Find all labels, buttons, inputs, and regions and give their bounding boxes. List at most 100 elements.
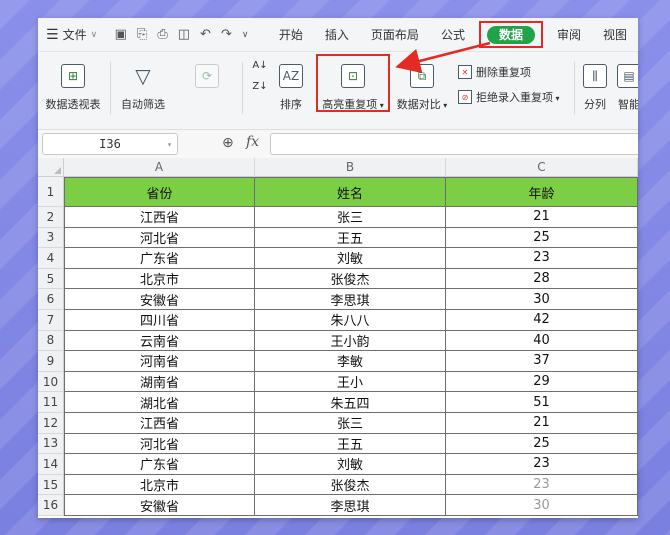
column-header-b[interactable]: B (255, 158, 446, 177)
cell-name[interactable]: 张俊杰 (255, 268, 446, 290)
row-number[interactable]: 11 (38, 392, 64, 413)
tab-view[interactable]: 视图 (592, 26, 638, 43)
row-number[interactable]: 3 (38, 227, 64, 249)
row-number[interactable]: 12 (38, 413, 64, 434)
row-number[interactable]: 15 (38, 474, 64, 496)
cell-province[interactable]: 河北省 (64, 433, 255, 455)
cell-name[interactable]: 王五 (255, 227, 446, 249)
tab-review[interactable]: 审阅 (546, 26, 592, 43)
cell-province[interactable]: 四川省 (64, 310, 255, 331)
smart-tools-button[interactable]: ▤ 智能 (614, 64, 638, 112)
undo-icon[interactable]: ↶ (200, 27, 211, 42)
smart-tools-icon: ▤ (617, 64, 638, 88)
cell-age[interactable]: 28 (446, 268, 638, 290)
cell-age[interactable]: 42 (446, 310, 638, 331)
data-compare-button[interactable]: ⧉ 数据对比 ▾ (394, 64, 450, 112)
cell-age[interactable]: 21 (446, 207, 638, 228)
file-menu[interactable]: ☰ 文件 ∨ (38, 26, 111, 43)
cell-age[interactable]: 21 (446, 413, 638, 434)
redo-icon[interactable]: ↷ (221, 27, 232, 42)
fx-icon[interactable]: fx (246, 134, 259, 150)
cell-age[interactable]: 25 (446, 433, 638, 455)
print-icon[interactable]: ⎙ (157, 27, 167, 42)
row-number[interactable]: 14 (38, 454, 64, 475)
row-number[interactable]: 5 (38, 268, 64, 290)
cell-name[interactable]: 李敏 (255, 351, 446, 372)
cell-province[interactable]: 江西省 (64, 413, 255, 434)
cell-name[interactable]: 张俊杰 (255, 474, 446, 496)
cell-name[interactable]: 张三 (255, 413, 446, 434)
row-number[interactable]: 6 (38, 289, 64, 310)
row-number[interactable]: 16 (38, 495, 64, 516)
cell-age[interactable]: 29 (446, 371, 638, 393)
tab-formulas[interactable]: 公式 (430, 26, 476, 43)
cell-name[interactable]: 王五 (255, 433, 446, 455)
reapply-filter-button[interactable]: ⟳ (182, 64, 232, 96)
cell-age[interactable]: 23 (446, 474, 638, 496)
tab-insert[interactable]: 插入 (314, 26, 360, 43)
pivot-table-button[interactable]: ⊞ 数据透视表 (44, 64, 102, 112)
sort-button[interactable]: AZ 排序 (276, 64, 306, 112)
cell-age[interactable]: 23 (446, 454, 638, 475)
cell-name[interactable]: 王小 (255, 371, 446, 393)
chevron-down-icon: ∨ (90, 29, 98, 40)
export-icon[interactable]: ⎘ (137, 27, 147, 42)
row-number[interactable]: 10 (38, 371, 64, 393)
cell-age[interactable]: 40 (446, 330, 638, 352)
cell-province[interactable]: 安徽省 (64, 289, 255, 310)
print-preview-icon[interactable]: ◫ (178, 27, 190, 42)
tab-page-layout[interactable]: 页面布局 (360, 26, 430, 43)
cell-province[interactable]: 湖北省 (64, 392, 255, 413)
row-number[interactable]: 9 (38, 351, 64, 372)
column-header-a[interactable]: A (64, 158, 255, 177)
cell-name[interactable]: 刘敏 (255, 454, 446, 475)
select-all-corner[interactable] (38, 158, 64, 177)
cell-age[interactable]: 30 (446, 495, 638, 516)
cell-name[interactable]: 李思琪 (255, 289, 446, 310)
row-number[interactable]: 2 (38, 207, 64, 228)
delete-duplicates-button[interactable]: ✕ 删除重复项 (458, 64, 531, 80)
tab-data[interactable]: 数据 (486, 26, 535, 44)
zoom-icon[interactable]: ⊕ (222, 135, 234, 151)
cell-name[interactable]: 张三 (255, 207, 446, 228)
sort-ascending-button[interactable]: A↓ Z↓ (250, 60, 270, 92)
cell-name[interactable]: 刘敏 (255, 248, 446, 269)
cell-province[interactable]: 河北省 (64, 227, 255, 249)
reject-duplicates-button[interactable]: ⊘ 拒绝录入重复项 ▾ (458, 89, 560, 105)
header-cell-name[interactable]: 姓名 (255, 177, 446, 207)
cell-name[interactable]: 李思琪 (255, 495, 446, 516)
cell-province[interactable]: 北京市 (64, 268, 255, 290)
cell-name[interactable]: 朱八八 (255, 310, 446, 331)
cell-province[interactable]: 江西省 (64, 207, 255, 228)
cell-province[interactable]: 安徽省 (64, 495, 255, 516)
row-number[interactable]: 8 (38, 330, 64, 352)
header-cell-age[interactable]: 年龄 (446, 177, 638, 207)
header-cell-province[interactable]: 省份 (64, 177, 255, 207)
save-icon[interactable]: ▣ (115, 27, 127, 42)
cell-province[interactable]: 广东省 (64, 248, 255, 269)
chevron-down-icon[interactable]: ∨ (242, 27, 249, 42)
highlight-duplicates-button[interactable]: ⊡ 高亮重复项 ▾ (318, 64, 388, 112)
cell-province[interactable]: 湖南省 (64, 371, 255, 393)
row-number[interactable]: 1 (38, 177, 64, 207)
cell-age[interactable]: 23 (446, 248, 638, 269)
cell-province[interactable]: 云南省 (64, 330, 255, 352)
autofilter-button[interactable]: ▽ 自动筛选 (118, 64, 168, 112)
row-number[interactable]: 7 (38, 310, 64, 331)
cell-name[interactable]: 朱五四 (255, 392, 446, 413)
formula-input[interactable] (270, 133, 638, 155)
split-column-button[interactable]: ⫼ 分列 (580, 64, 610, 112)
column-header-c[interactable]: C (446, 158, 638, 177)
cell-age[interactable]: 30 (446, 289, 638, 310)
cell-age[interactable]: 51 (446, 392, 638, 413)
cell-age[interactable]: 25 (446, 227, 638, 249)
cell-province[interactable]: 广东省 (64, 454, 255, 475)
cell-name[interactable]: 王小韵 (255, 330, 446, 352)
cell-province[interactable]: 北京市 (64, 474, 255, 496)
cell-province[interactable]: 河南省 (64, 351, 255, 372)
cell-age[interactable]: 37 (446, 351, 638, 372)
tab-home[interactable]: 开始 (268, 26, 314, 43)
row-number[interactable]: 13 (38, 433, 64, 455)
name-box[interactable]: I36 ▾ (42, 133, 178, 155)
row-number[interactable]: 4 (38, 248, 64, 269)
